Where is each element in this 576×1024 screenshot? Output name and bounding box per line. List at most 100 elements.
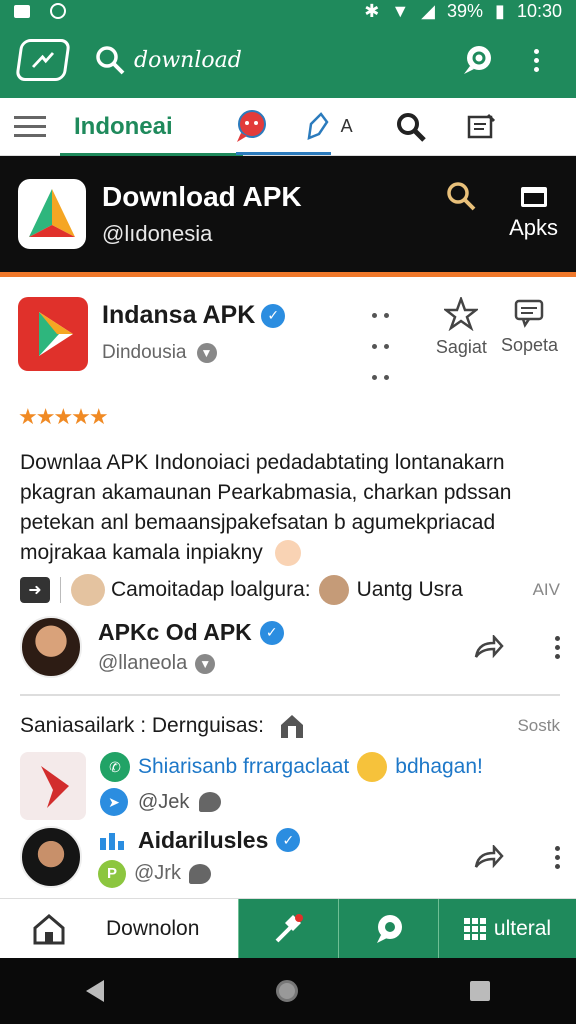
tab-row: Indoneai A — [0, 98, 576, 157]
report-label: Sopeta — [500, 335, 558, 355]
notification-icon — [14, 4, 30, 18]
signal-icon: ◢ — [421, 0, 436, 21]
feed-thumbnail[interactable] — [20, 752, 86, 820]
p-badge-icon: P — [98, 859, 126, 888]
back-icon[interactable] — [86, 980, 104, 1002]
tab-secondary-indicator — [236, 152, 331, 155]
tab-indoneai[interactable]: Indoneai — [60, 98, 243, 157]
developer-name[interactable]: Dindousia — [102, 342, 187, 364]
download-icon[interactable]: ▼ — [196, 343, 217, 363]
save-button[interactable]: Sagiat — [436, 297, 487, 402]
comment-icon[interactable] — [188, 863, 211, 884]
share-row-text: Camoitadap loalgura: — [111, 578, 311, 601]
recents-icon[interactable] — [470, 981, 490, 1001]
emoji-icon — [357, 752, 388, 782]
feed-handle: @Jek — [138, 790, 190, 813]
sort-label[interactable]: Sostk — [517, 716, 560, 736]
battery-percent: 39% — [447, 0, 484, 21]
feed-item[interactable]: ✆ Shiarisanb frrargaclaat bdhagan! ➤ @Je… — [20, 752, 560, 820]
clock: 10:30 — [516, 0, 562, 21]
apks-label: Apks — [509, 215, 558, 240]
hero-search-button[interactable] — [439, 174, 483, 218]
post-handle: @Jrk — [134, 862, 181, 884]
separator — [60, 577, 61, 603]
nav-chat[interactable] — [338, 899, 438, 959]
battery-icon: ▮ — [495, 0, 505, 21]
chat-search-icon — [464, 46, 491, 74]
divider — [20, 694, 560, 696]
hero-subtitle: @lıdonesia — [102, 221, 213, 246]
post-item[interactable]: APKc Od APK ✓ @llaneola ▼ — [20, 616, 560, 678]
user-avatar[interactable] — [318, 575, 349, 605]
home-circle-icon[interactable] — [276, 980, 298, 1002]
share-row-tag: AIV — [532, 580, 560, 599]
feed-text-2[interactable]: bdhagan! — [395, 755, 483, 779]
chart-icon — [100, 833, 124, 850]
share-arrow-icon — [474, 635, 504, 659]
share-row: ➜ Camoitadap loalgura: Uantg Usra AIV — [20, 572, 560, 608]
tab-edit[interactable] — [451, 98, 511, 156]
post-handle: @llaneola — [98, 652, 188, 674]
report-button[interactable]: Sopeta — [501, 297, 558, 402]
apk-logo-icon — [18, 179, 86, 249]
home-icon — [33, 913, 65, 944]
more-vert-icon[interactable] — [555, 635, 560, 659]
share-row-user[interactable]: Uantg Usra — [357, 578, 463, 602]
bluetooth-icon: ✱ — [364, 0, 380, 21]
download-icon[interactable]: ▼ — [195, 653, 216, 674]
star-icon — [444, 297, 479, 331]
nav-home[interactable]: Downolon — [0, 899, 238, 958]
tab-chat[interactable] — [221, 98, 281, 156]
share-arrow-icon — [474, 845, 504, 869]
group-avatar — [71, 574, 105, 606]
drag-handle-icon[interactable] — [371, 313, 392, 402]
post-item[interactable]: Aidarilusles ✓ P @Jrk — [20, 826, 560, 888]
share-button[interactable] — [469, 837, 509, 877]
share-forward-icon[interactable]: ➜ — [20, 577, 50, 603]
status-bar: ✱ ▼ ◢ 39% ▮ 10:30 — [0, 0, 576, 22]
app-name: Indansa APK — [102, 301, 256, 329]
feed-text[interactable]: Shiarisanb frrargaclaat — [138, 755, 349, 779]
hero-header: Download APK @lıdonesia Apks — [0, 156, 576, 272]
post-author: Aidarilusles — [138, 826, 269, 853]
smile-emoji-icon — [274, 540, 301, 567]
wifi-icon: ▼ — [391, 0, 410, 21]
verified-icon: ✓ — [259, 620, 284, 645]
nav-home-label: Downolon — [106, 916, 200, 940]
sync-icon — [50, 3, 66, 19]
messenger-icon: ➤ — [100, 788, 128, 816]
tab-tag[interactable] — [289, 98, 349, 156]
nav-ulteral[interactable]: ulteral — [438, 899, 576, 959]
apks-button[interactable]: Apks — [509, 187, 558, 241]
app-logo-icon[interactable] — [15, 39, 71, 81]
share-button[interactable] — [469, 627, 509, 667]
nav-tools[interactable] — [238, 899, 338, 959]
nav-ulteral-label: ulteral — [493, 917, 552, 940]
more-vert-icon[interactable] — [555, 845, 560, 869]
search-bar[interactable] — [94, 44, 434, 76]
app-icon[interactable] — [18, 297, 88, 371]
save-label: Sagiat — [435, 337, 487, 357]
chat-search-button[interactable] — [456, 38, 500, 82]
tab-search[interactable] — [381, 98, 441, 156]
search-icon — [447, 182, 476, 211]
search-input[interactable] — [134, 47, 434, 73]
menu-icon — [14, 115, 46, 137]
whatsapp-icon: ✆ — [100, 752, 130, 782]
verified-icon: ✓ — [276, 828, 301, 852]
app-bar — [0, 22, 576, 98]
tag-icon — [307, 111, 329, 140]
hammer-icon — [275, 914, 303, 943]
hamburger-menu-button[interactable] — [0, 98, 60, 156]
edit-note-icon — [467, 113, 495, 138]
tab-a-label: A — [340, 116, 353, 136]
search-icon — [96, 46, 125, 75]
description-text: Downlaa APK Indonoiaci pedadabtating lon… — [20, 451, 512, 564]
avatar[interactable] — [20, 826, 82, 888]
overflow-menu-button[interactable] — [514, 38, 558, 82]
house-icon[interactable] — [278, 712, 306, 740]
chat-icon — [376, 915, 402, 943]
arrow-logo-icon — [41, 766, 69, 808]
avatar[interactable] — [20, 616, 82, 678]
comment-icon[interactable] — [199, 792, 222, 812]
